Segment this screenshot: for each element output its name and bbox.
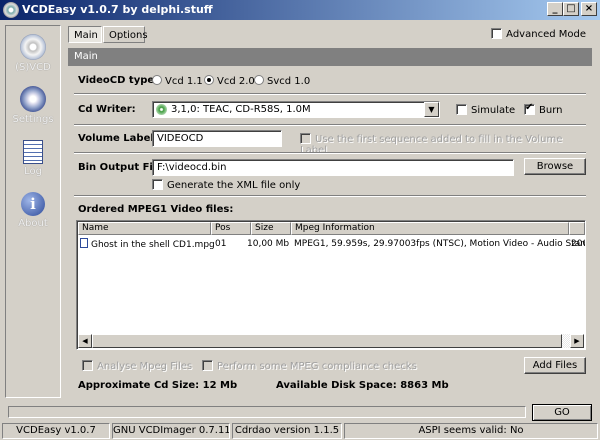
approx-size: Approximate Cd Size: 12 Mb <box>78 380 237 391</box>
app-icon <box>3 2 19 18</box>
radio-button[interactable] <box>254 75 264 85</box>
window-title: VCDEasy v1.0.7 by delphi.stuff <box>22 3 213 16</box>
disk-space: Available Disk Space: 8863 Mb <box>276 380 449 391</box>
log-icon <box>23 140 43 164</box>
progress-bar <box>8 406 526 418</box>
file-mpeg-info: MPEG1, 59.959s, 29.97003fps (NTSC), Moti… <box>294 239 586 249</box>
volume-label-input[interactable]: VIDEOCD <box>152 130 282 147</box>
analyse-mpeg-label: Analyse Mpeg Files <box>97 361 193 372</box>
cd-icon <box>20 34 46 60</box>
column-header-name[interactable]: Name <box>78 222 211 235</box>
analyse-mpeg-checkbox[interactable]: Analyse Mpeg Files <box>82 360 192 372</box>
sidebar-item-label: About <box>18 218 48 229</box>
file-list[interactable]: Name Pos Size Mpeg Information Ghost in … <box>76 220 586 350</box>
cd-writer-label: Cd Writer: <box>78 104 136 115</box>
advanced-mode-checkbox[interactable]: Advanced Mode <box>491 28 586 40</box>
close-button[interactable]: × <box>581 2 597 16</box>
status-cdrdao-version: Cdrdao version 1.1.5 <box>232 423 342 439</box>
sidebar-item-label: Log <box>24 166 42 177</box>
column-header-mpeg-info[interactable]: Mpeg Information <box>291 222 569 235</box>
settings-disc-icon <box>20 86 46 112</box>
tab-options[interactable]: Options <box>103 26 148 43</box>
sidebar: (S)VCD Settings Log i About <box>5 25 61 398</box>
approx-size-label: Approximate Cd Size: <box>78 380 200 391</box>
go-button[interactable]: GO <box>532 404 592 421</box>
sidebar-item-about[interactable]: i About <box>6 192 60 229</box>
scrollbar-thumb[interactable] <box>92 334 562 348</box>
file-icon <box>80 238 88 248</box>
chevron-down-icon[interactable]: ▼ <box>424 102 439 117</box>
app-window: VCDEasy v1.0.7 by delphi.stuff _ □ × (S)… <box>0 0 600 440</box>
burn-checkbox[interactable]: Burn <box>524 102 563 116</box>
scroll-left-icon[interactable]: ◀ <box>78 334 92 348</box>
status-vcdeasy-version: VCDEasy v1.0.7 <box>2 423 110 439</box>
advanced-mode-label: Advanced Mode <box>506 29 586 40</box>
videocd-type-label: VideoCD type: <box>78 75 159 86</box>
sidebar-item-label: Settings <box>12 114 54 125</box>
radio-svcd10[interactable]: Svcd 1.0 <box>254 75 310 87</box>
radio-label: Vcd 2.0 <box>217 76 255 87</box>
browse-button[interactable]: Browse <box>524 158 586 175</box>
compliance-checks-label: Perform some MPEG compliance checks <box>217 361 417 372</box>
separator <box>74 93 586 95</box>
separator <box>74 195 586 197</box>
volume-label-label: Volume Label: <box>78 133 158 144</box>
disk-space-label: Available Disk Space: <box>276 380 397 391</box>
radio-vcd20[interactable]: Vcd 2.0 <box>204 75 255 87</box>
simulate-box[interactable] <box>456 104 467 115</box>
separator <box>74 152 586 154</box>
column-header-size[interactable]: Size <box>251 222 291 235</box>
file-extra: 200 <box>571 239 585 249</box>
radio-label: Vcd 1.1 <box>165 76 203 87</box>
approx-size-value: 12 Mb <box>202 380 238 391</box>
title-bar: VCDEasy v1.0.7 by delphi.stuff _ □ × <box>0 0 600 20</box>
section-header: Main <box>68 48 592 66</box>
status-aspi: ASPI seems valid: No <box>344 423 598 439</box>
use-first-sequence-box[interactable] <box>300 133 311 144</box>
info-icon: i <box>21 192 45 216</box>
cd-writer-value: 3,1,0: TEAC, CD-R58S, 1.0M <box>171 104 311 115</box>
scroll-right-icon[interactable]: ▶ <box>570 334 584 348</box>
advanced-mode-box[interactable] <box>491 28 503 39</box>
file-size: 10,00 Mb <box>247 239 290 249</box>
bin-output-input[interactable]: F:\videocd.bin <box>152 159 514 176</box>
status-bar: VCDEasy v1.0.7 GNU VCDImager 0.7.11 Cdrd… <box>0 422 600 440</box>
sidebar-item-settings[interactable]: Settings <box>6 86 60 125</box>
analyse-mpeg-box[interactable] <box>82 360 93 371</box>
table-row[interactable]: Ghost in the shell CD1.mpg <box>80 238 215 251</box>
generate-xml-box[interactable] <box>152 179 163 190</box>
simulate-label: Simulate <box>471 105 516 116</box>
main-panel: VideoCD type: Vcd 1.1 Vcd 2.0 Svcd 1.0 C… <box>68 66 592 406</box>
add-files-button[interactable]: Add Files <box>524 357 586 374</box>
column-header-pos[interactable]: Pos <box>211 222 251 235</box>
radio-vcd11[interactable]: Vcd 1.1 <box>152 75 203 87</box>
sidebar-item-svcd[interactable]: (S)VCD <box>6 34 60 73</box>
maximize-button[interactable]: □ <box>563 2 579 16</box>
radio-label: Svcd 1.0 <box>267 76 311 87</box>
radio-button[interactable] <box>152 75 162 85</box>
drive-icon <box>156 104 167 115</box>
burn-label: Burn <box>539 105 563 116</box>
burn-box[interactable] <box>524 102 535 115</box>
generate-xml-checkbox[interactable]: Generate the XML file only <box>152 179 300 191</box>
file-name: Ghost in the shell CD1.mpg <box>91 240 215 250</box>
separator <box>74 124 586 126</box>
compliance-checks-checkbox[interactable]: Perform some MPEG compliance checks <box>202 360 417 372</box>
horizontal-scrollbar[interactable]: ◀ ▶ <box>78 334 584 348</box>
compliance-checks-box[interactable] <box>202 360 213 371</box>
minimize-button[interactable]: _ <box>547 2 563 16</box>
cd-writer-select[interactable]: 3,1,0: TEAC, CD-R58S, 1.0M ▼ <box>152 101 440 118</box>
status-vcdimager-version: GNU VCDImager 0.7.11 <box>112 423 230 439</box>
sidebar-item-label: (S)VCD <box>15 62 51 73</box>
generate-xml-label: Generate the XML file only <box>167 180 301 191</box>
sidebar-item-log[interactable]: Log <box>6 140 60 177</box>
disk-space-value: 8863 Mb <box>400 380 449 391</box>
radio-button[interactable] <box>204 75 214 85</box>
files-label: Ordered MPEG1 Video files: <box>78 204 234 215</box>
simulate-checkbox[interactable]: Simulate <box>456 104 515 116</box>
file-pos: 01 <box>215 239 227 249</box>
tab-main[interactable]: Main <box>68 26 102 43</box>
column-header-extra[interactable] <box>569 222 585 235</box>
